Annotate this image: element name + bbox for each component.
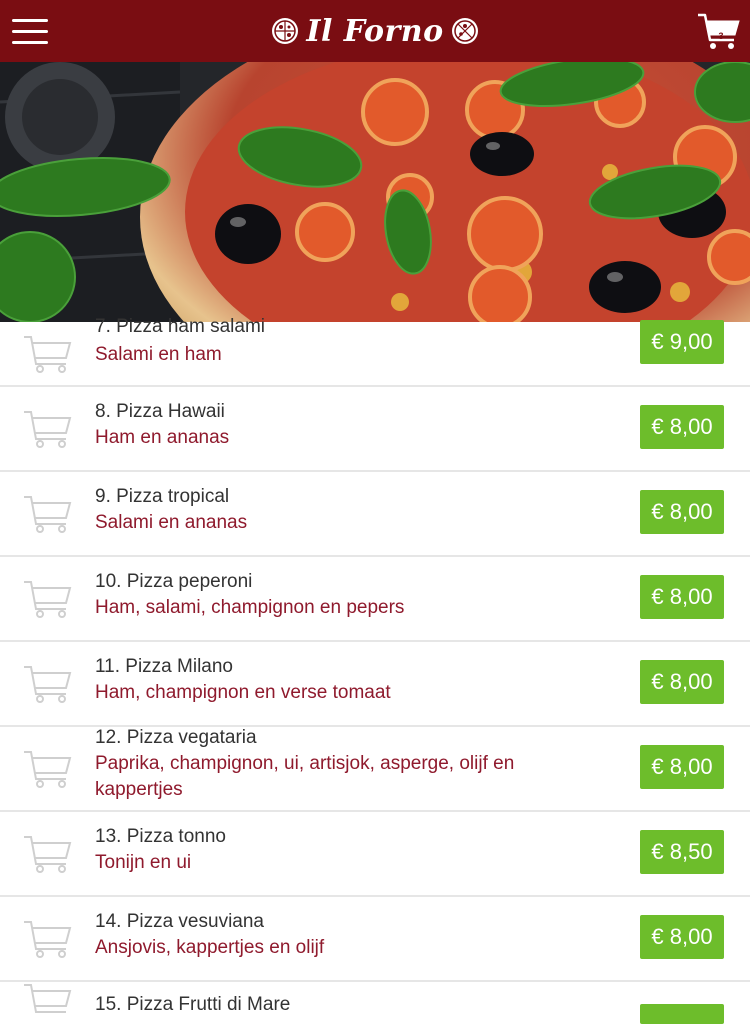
menu-item: 8. Pizza Hawaii Ham en ananas € 8,00 <box>0 387 750 472</box>
item-description: Ham, champignon en verse tomaat <box>95 682 391 703</box>
price-button[interactable]: € 8,00 <box>640 405 724 449</box>
menu-item: 9. Pizza tropical Salami en ananas € 8,0… <box>0 472 750 557</box>
pizza-icon <box>272 18 299 44</box>
price-button[interactable]: € 8,00 <box>640 660 724 704</box>
add-to-cart-icon[interactable] <box>22 664 74 704</box>
item-name: 13. Pizza tonno <box>95 826 226 847</box>
price-button[interactable]: € 8,50 <box>640 830 724 874</box>
add-to-cart-icon[interactable] <box>22 982 74 1022</box>
item-description: Ansjovis, kappertjes en olijf <box>95 937 325 958</box>
pizza-photo <box>0 62 750 322</box>
item-name: 14. Pizza vesuviana <box>95 911 264 932</box>
item-name: 12. Pizza vegataria <box>95 727 257 748</box>
add-to-cart-icon[interactable] <box>22 334 74 374</box>
price-button[interactable] <box>640 1004 724 1024</box>
pizza-icon <box>451 18 478 44</box>
menu-item: 11. Pizza Milano Ham, champignon en vers… <box>0 642 750 727</box>
menu-item: 15. Pizza Frutti di Mare <box>0 982 750 1024</box>
item-name: 10. Pizza peperoni <box>95 571 253 592</box>
price-button[interactable]: € 9,00 <box>640 320 724 364</box>
add-to-cart-icon[interactable] <box>22 919 74 959</box>
price-button[interactable]: € 8,00 <box>640 745 724 789</box>
price-button[interactable]: € 8,00 <box>640 575 724 619</box>
item-description: Ham, salami, champignon en pepers <box>95 597 405 618</box>
add-to-cart-icon[interactable] <box>22 834 74 874</box>
item-description: Paprika, champignon, ui, artisjok, asper… <box>95 753 515 800</box>
menu-item: 12. Pizza vegataria Paprika, champignon,… <box>0 727 750 812</box>
item-description: Ham en ananas <box>95 427 230 448</box>
item-name: 15. Pizza Frutti di Mare <box>95 994 291 1015</box>
pizza-menu-list: 7. Pizza ham salami Salami en ham € 9,00… <box>0 316 750 1024</box>
add-to-cart-icon[interactable] <box>22 579 74 619</box>
item-name: 8. Pizza Hawaii <box>95 401 225 422</box>
brand-logo: Il Forno <box>270 14 479 49</box>
item-name: 11. Pizza Milano <box>95 656 233 677</box>
shopping-cart-button[interactable]: 3 <box>696 10 742 52</box>
item-description: Salami en ananas <box>95 512 248 533</box>
price-button[interactable]: € 8,00 <box>640 915 724 959</box>
hero-pizza-image <box>0 62 750 322</box>
add-to-cart-icon[interactable] <box>22 409 74 449</box>
item-name: 9. Pizza tropical <box>95 486 230 507</box>
menu-item: 10. Pizza peperoni Ham, salami, champign… <box>0 557 750 642</box>
add-to-cart-icon[interactable] <box>22 494 74 534</box>
item-name: 7. Pizza ham salami <box>95 316 266 337</box>
item-description: Salami en ham <box>95 344 222 365</box>
menu-item: 13. Pizza tonno Tonijn en ui € 8,50 <box>0 812 750 897</box>
app-title: Il Forno <box>306 13 444 49</box>
app-header: Il Forno 3 <box>0 0 750 62</box>
item-description: Tonijn en ui <box>95 852 192 873</box>
menu-icon[interactable] <box>12 17 48 45</box>
menu-item: 7. Pizza ham salami Salami en ham € 9,00 <box>0 316 750 387</box>
menu-item: 14. Pizza vesuviana Ansjovis, kappertjes… <box>0 897 750 982</box>
cart-count-badge: 3 <box>718 31 724 41</box>
add-to-cart-icon[interactable] <box>22 749 74 789</box>
price-button[interactable]: € 8,00 <box>640 490 724 534</box>
